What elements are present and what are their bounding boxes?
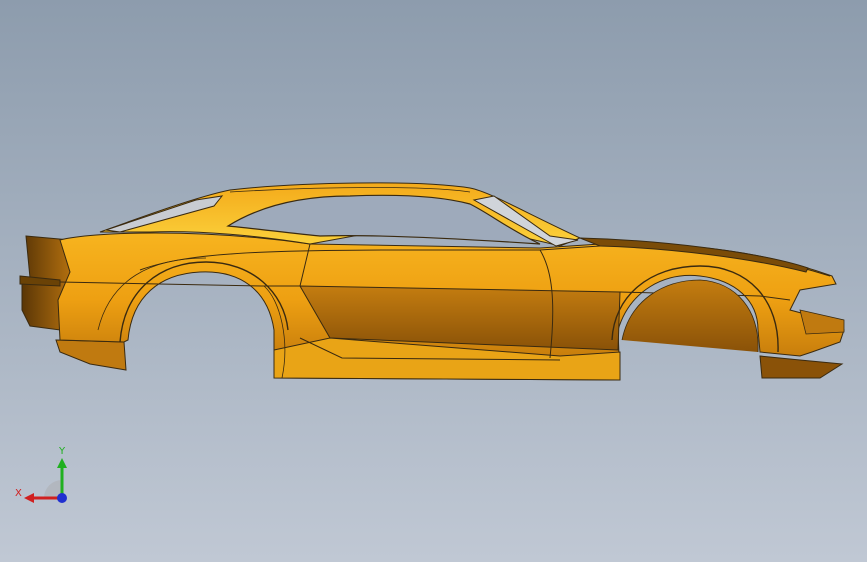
x-arrowhead-icon bbox=[24, 493, 34, 503]
graphics-viewport[interactable]: Y X bbox=[0, 0, 867, 562]
axis-triad: Y X bbox=[15, 446, 67, 503]
x-axis-label: X bbox=[15, 488, 22, 499]
car-body-model[interactable] bbox=[0, 0, 867, 562]
y-arrowhead-icon bbox=[57, 458, 67, 468]
z-axis-icon bbox=[57, 493, 67, 503]
y-axis-label: Y bbox=[58, 446, 66, 457]
